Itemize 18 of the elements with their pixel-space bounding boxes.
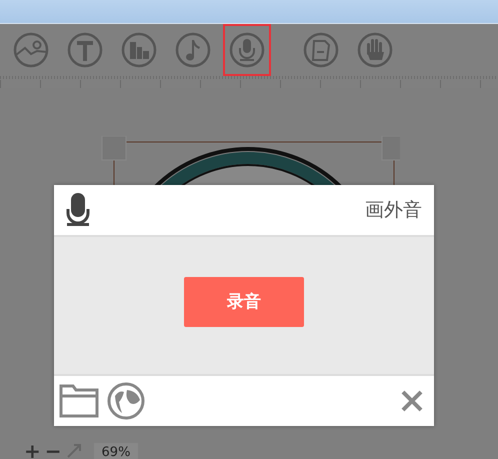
chart-icon <box>121 32 157 68</box>
record-button[interactable]: 录音 <box>184 276 304 326</box>
document-icon <box>303 32 339 68</box>
tool-button[interactable] <box>223 24 271 76</box>
globe-icon[interactable] <box>107 382 145 420</box>
microphone-icon <box>66 193 90 227</box>
hand-icon <box>357 32 393 68</box>
dialog-title: 画外音 <box>365 198 422 223</box>
expand-icon[interactable] <box>66 443 82 459</box>
music-icon <box>175 32 211 68</box>
zoom-in-button[interactable]: + <box>24 443 41 459</box>
zoom-level: 69% <box>94 442 138 459</box>
zoom-out-button[interactable]: − <box>44 443 62 459</box>
picture-icon <box>13 32 49 68</box>
microphone-icon <box>229 32 265 68</box>
text-icon <box>67 32 103 68</box>
close-icon[interactable] <box>400 389 424 413</box>
folder-icon[interactable] <box>59 384 99 418</box>
